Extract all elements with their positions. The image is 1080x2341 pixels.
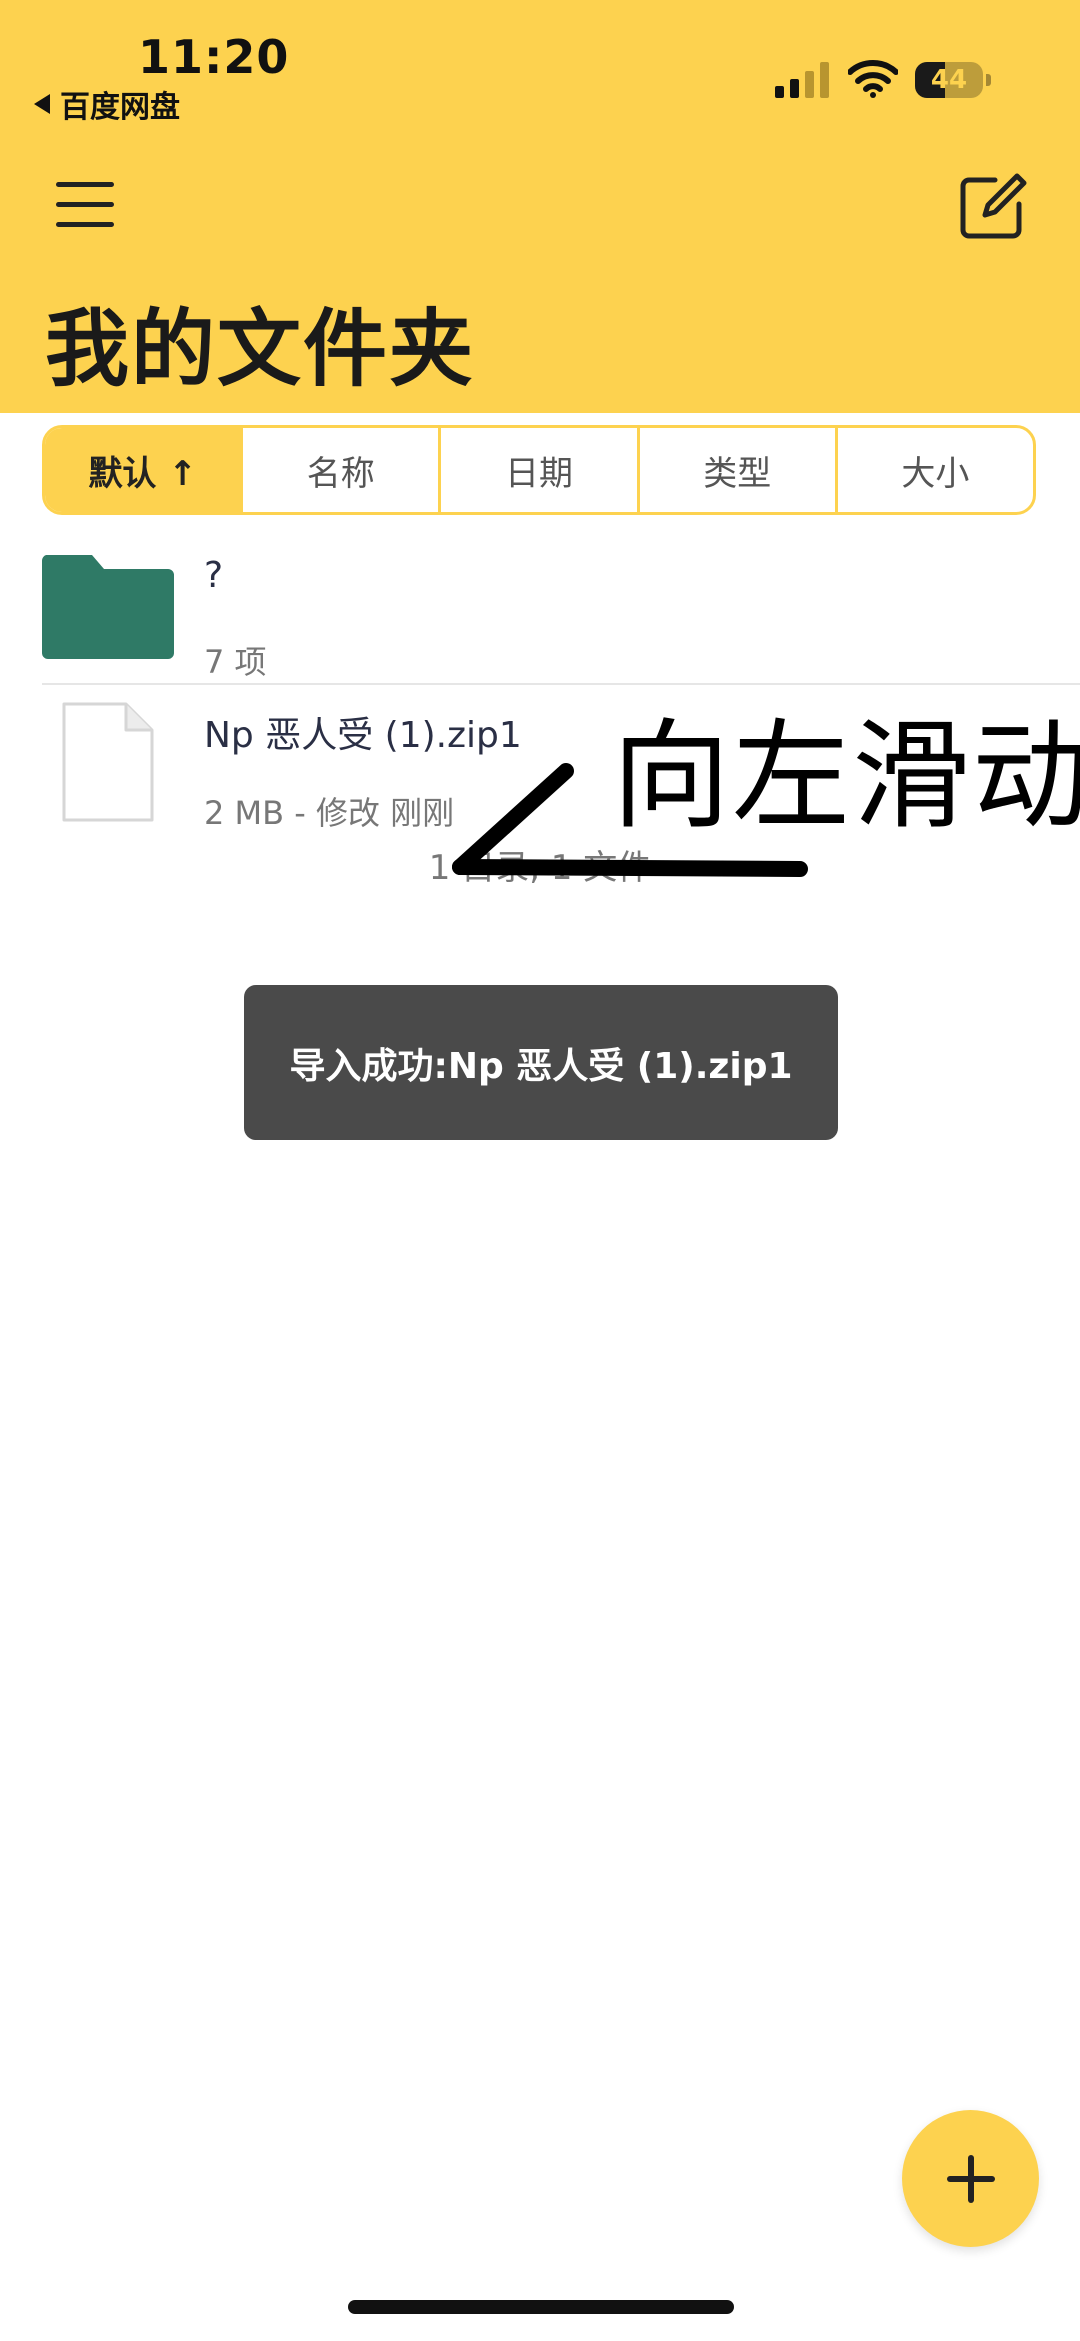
list-item-folder[interactable]: ? 7 项: [0, 535, 1080, 685]
cellular-signal-icon: [775, 62, 829, 98]
battery-indicator: 44: [915, 62, 993, 98]
battery-nub: [986, 74, 991, 86]
toast-message: 导入成功:Np 恶人受 (1).zip1: [289, 1045, 793, 1087]
sort-bar: 默认 ↑ 名称 日期 类型 大小: [42, 425, 1036, 515]
item-meta: 2 MB - 修改 刚刚: [204, 794, 455, 832]
sort-type-tab[interactable]: 类型: [636, 428, 835, 512]
status-time: 11:20: [138, 30, 290, 84]
item-name: ?: [204, 555, 224, 596]
file-icon: [62, 702, 154, 822]
add-button[interactable]: [902, 2110, 1039, 2247]
back-triangle-icon: [34, 94, 50, 114]
battery-level: 44: [930, 65, 968, 95]
plus-icon: [946, 2154, 995, 2203]
battery-body: 44: [915, 62, 983, 98]
sort-default-tab[interactable]: 默认 ↑: [45, 428, 241, 512]
folder-icon: [41, 555, 174, 659]
back-to-app-link[interactable]: 百度网盘: [34, 82, 180, 126]
toast: 导入成功:Np 恶人受 (1).zip1: [244, 985, 838, 1140]
item-name: Np 恶人受 (1).zip1: [204, 715, 522, 756]
edit-icon[interactable]: [955, 170, 1030, 245]
page-title: 我的文件夹: [45, 300, 476, 398]
swipe-hint-text: 向左滑动: [612, 707, 1080, 845]
sort-date-tab[interactable]: 日期: [438, 428, 636, 512]
back-app-label: 百度网盘: [60, 90, 180, 125]
item-meta: 7 项: [204, 643, 267, 681]
home-indicator[interactable]: [348, 2300, 734, 2314]
wifi-icon: [848, 60, 898, 98]
sort-name-tab[interactable]: 名称: [240, 428, 438, 512]
app-header: 11:20 百度网盘 44 我的文件夹: [0, 0, 1080, 413]
sort-size-tab[interactable]: 大小: [834, 428, 1033, 512]
menu-icon[interactable]: [50, 170, 120, 240]
